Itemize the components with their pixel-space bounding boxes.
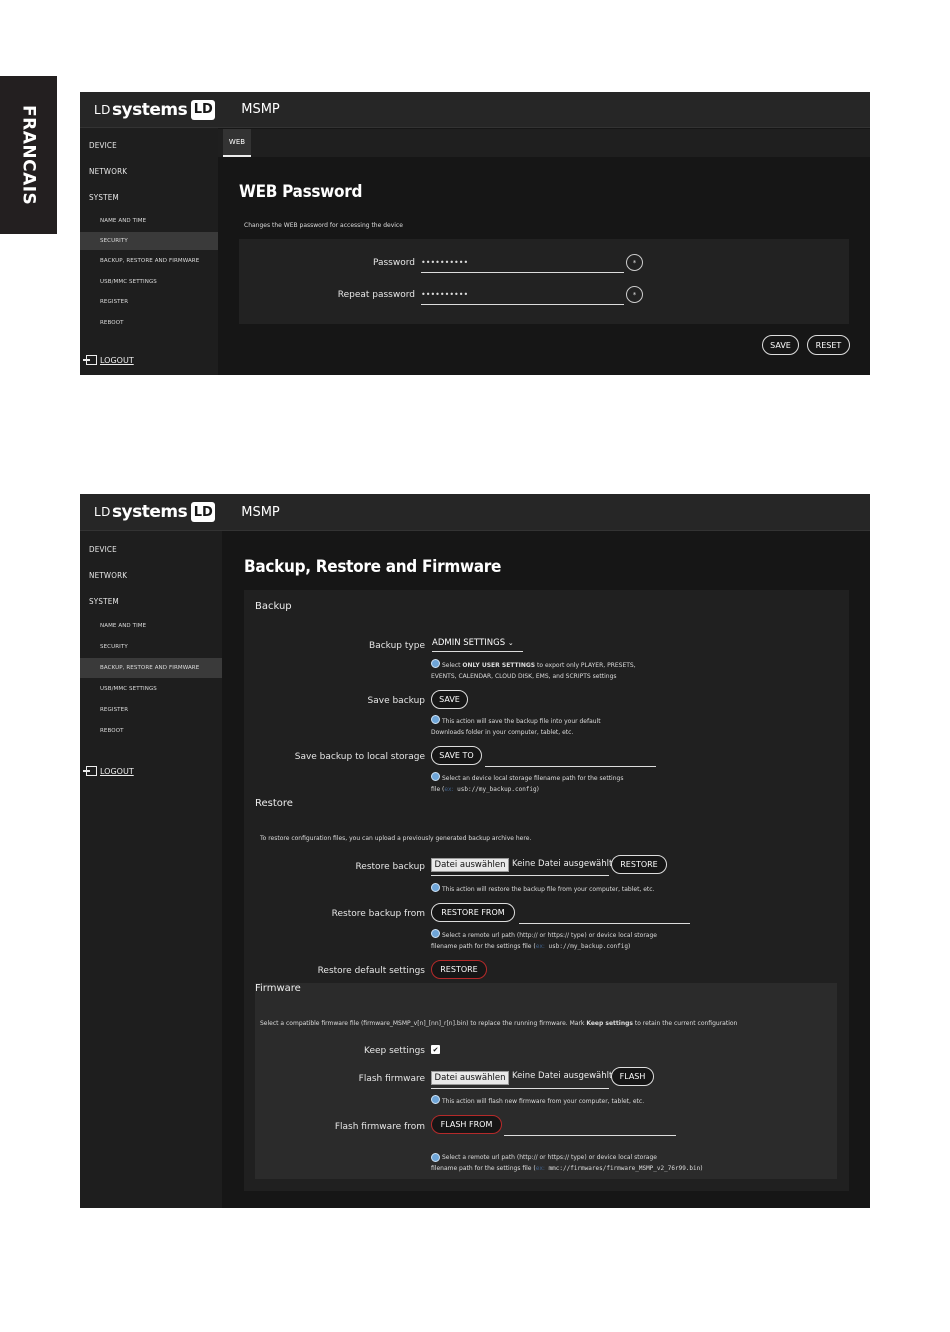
nav-system[interactable]: SYSTEM <box>89 193 119 202</box>
subnav-security[interactable]: SECURITY <box>100 644 128 650</box>
keep-settings-checkbox[interactable]: ✔ <box>431 1045 440 1054</box>
chevron-down-icon: ⌄ <box>507 639 514 647</box>
restore-from-label: Restore backup from <box>331 909 425 919</box>
screenshot-web-password: LD systems LD MSMP DEVICE NETWORK SYSTEM N… <box>80 92 870 375</box>
password-input[interactable]: •••••••••• <box>421 258 468 267</box>
subnav-backup-restore-firmware[interactable]: BACKUP, RESTORE AND FIRMWARE <box>100 258 199 264</box>
backup-type-info: Select ONLY USER SETTINGS to export only… <box>431 662 636 681</box>
tab-strip <box>218 129 870 157</box>
app-title: MSMP <box>241 504 280 520</box>
nav-device[interactable]: DEVICE <box>89 141 117 150</box>
logout-link[interactable]: LOGOUT <box>83 355 134 365</box>
sidebar: DEVICE NETWORK SYSTEM NAME AND TIME SECU… <box>80 128 218 375</box>
nav-network[interactable]: NETWORK <box>89 167 127 176</box>
password-underline <box>421 272 624 273</box>
top-bar: LD systems LD MSMP <box>80 92 870 128</box>
language-tab: FRANCAIS <box>0 76 57 234</box>
restore-choose-file-button[interactable]: Datei auswählen <box>431 858 509 872</box>
restore-from-button[interactable]: RESTORE FROM <box>431 903 515 922</box>
restore-button[interactable]: RESTORE <box>611 855 667 874</box>
flash-file-underline <box>431 1088 609 1089</box>
nav-device[interactable]: DEVICE <box>89 545 117 554</box>
restore-default-label: Restore default settings <box>317 966 425 976</box>
app-title: MSMP <box>241 102 280 117</box>
flash-file-status: Keine Datei ausgewählt <box>512 1071 613 1081</box>
restore-intro: To restore configuration files, you can … <box>260 835 532 842</box>
screenshot-backup-restore-firmware: LD systems LD MSMP DEVICE NETWORK SYSTEM N… <box>80 494 870 1208</box>
subnav-reboot[interactable]: REBOOT <box>100 728 124 734</box>
flash-from-button[interactable]: FLASH FROM <box>431 1115 502 1134</box>
page-title: Backup, Restore and Firmware <box>244 557 502 577</box>
flash-from-label: Flash firmware from <box>334 1122 425 1132</box>
flash-choose-file-button[interactable]: Datei auswählen <box>431 1071 509 1085</box>
save-backup-info: This action will save the backup file in… <box>431 718 601 737</box>
repeat-password-underline <box>421 304 624 305</box>
restore-default-button[interactable]: RESTORE <box>431 960 487 979</box>
password-reveal-icon[interactable]: * <box>626 254 643 271</box>
restore-from-info: Select a remote url path (http:// or htt… <box>431 932 657 951</box>
flash-from-path-input[interactable] <box>504 1135 676 1136</box>
subnav-usb-mmc-settings[interactable]: USB/MMC SETTINGS <box>100 279 157 285</box>
sidebar: DEVICE NETWORK SYSTEM NAME AND TIME SECU… <box>80 531 222 1208</box>
subnav-name-and-time[interactable]: NAME AND TIME <box>100 218 146 224</box>
subnav-name-and-time[interactable]: NAME AND TIME <box>100 623 146 629</box>
logout-link[interactable]: LOGOUT <box>83 766 134 776</box>
firmware-panel <box>255 983 837 1179</box>
restore-backup-label: Restore backup <box>355 862 425 872</box>
repeat-password-reveal-icon[interactable]: * <box>626 286 643 303</box>
password-label: Password <box>372 258 415 268</box>
page-title: WEB Password <box>239 182 363 202</box>
save-button[interactable]: SAVE <box>762 335 799 355</box>
ld-systems-logo: LD systems LD <box>94 99 216 120</box>
backup-type-label: Backup type <box>369 641 425 651</box>
restore-file-status: Keine Datei ausgewählt <box>512 859 613 869</box>
logout-icon <box>83 355 97 365</box>
restore-backup-info: This action will restore the backup file… <box>442 886 655 893</box>
language-tab-label: FRANCAIS <box>18 104 39 206</box>
flash-from-info: Select a remote url path (http:// or htt… <box>431 1154 703 1173</box>
flash-button[interactable]: FLASH <box>611 1067 654 1086</box>
restore-file-underline <box>431 875 609 876</box>
nav-system[interactable]: SYSTEM <box>89 597 119 606</box>
save-local-label: Save backup to local storage <box>294 752 425 762</box>
save-backup-button[interactable]: SAVE <box>431 690 468 709</box>
page-description: Changes the WEB password for accessing t… <box>244 222 403 229</box>
reset-button[interactable]: RESET <box>807 335 850 355</box>
subnav-reboot[interactable]: REBOOT <box>100 320 124 326</box>
repeat-password-label: Repeat password <box>337 290 415 300</box>
save-backup-label: Save backup <box>367 696 425 706</box>
flash-firmware-label: Flash firmware <box>358 1074 425 1084</box>
save-local-path-input[interactable] <box>485 766 656 767</box>
nav-network[interactable]: NETWORK <box>89 571 127 580</box>
save-to-button[interactable]: SAVE TO <box>431 746 482 765</box>
backup-section-title: Backup <box>255 601 292 612</box>
top-bar: LD systems LD MSMP <box>80 494 870 531</box>
keep-settings-label: Keep settings <box>364 1046 425 1056</box>
restore-section-title: Restore <box>255 798 293 809</box>
logout-icon <box>83 766 97 776</box>
flash-firmware-info: This action will flash new firmware from… <box>442 1098 645 1105</box>
ld-systems-logo: LD systems LD <box>94 502 216 522</box>
save-local-info: Select an device local storage filename … <box>431 775 624 794</box>
password-panel <box>239 239 849 324</box>
subnav-backup-restore-firmware[interactable]: BACKUP, RESTORE AND FIRMWARE <box>100 665 199 671</box>
firmware-intro: Select a compatible firmware file (firmw… <box>260 1020 738 1027</box>
repeat-password-input[interactable]: •••••••••• <box>421 290 468 299</box>
subnav-register[interactable]: REGISTER <box>100 707 128 713</box>
subnav-register[interactable]: REGISTER <box>100 299 128 305</box>
subnav-usb-mmc-settings[interactable]: USB/MMC SETTINGS <box>100 686 157 692</box>
subnav-security[interactable]: SECURITY <box>100 238 128 244</box>
backup-type-select[interactable]: ADMIN SETTINGS ⌄ <box>432 638 523 652</box>
restore-from-path-input[interactable] <box>519 923 690 924</box>
tab-web[interactable]: WEB <box>223 129 251 157</box>
firmware-section-title: Firmware <box>255 983 301 994</box>
